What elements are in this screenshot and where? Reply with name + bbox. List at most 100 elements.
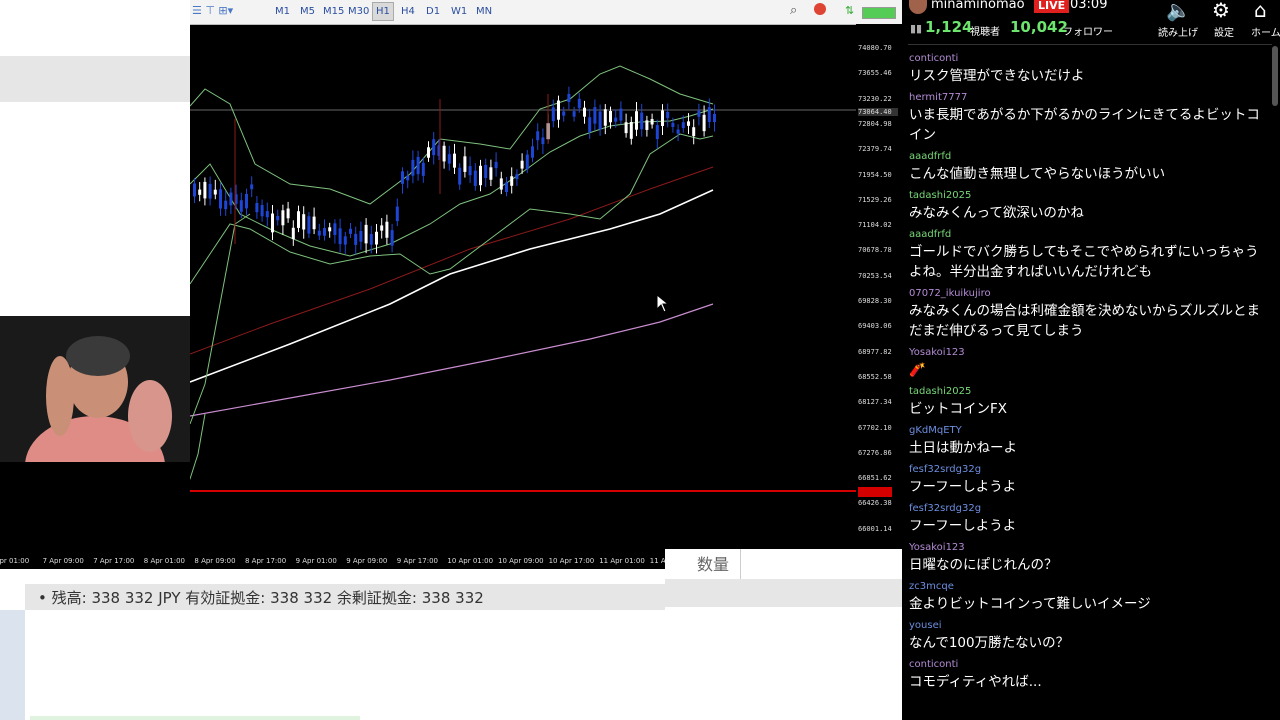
chat-scrollbar[interactable] [1272,46,1278,106]
home-icon[interactable]: ⌂ [1254,0,1267,22]
chat-username[interactable]: fesf32srdg32g [909,502,1272,516]
search-icon[interactable]: ⌕ [790,3,797,18]
chat-username[interactable]: fesf32srdg32g [909,463,1272,477]
ma-pink-line [189,303,714,417]
chat-username[interactable]: tadashi2025 [909,385,1272,399]
notification-icon[interactable] [814,3,826,15]
chat-username[interactable]: conticonti [909,52,1272,66]
candle [291,220,295,246]
chat-username[interactable]: hermit7777 [909,91,1272,105]
price-tick: 69828.30 [858,297,892,305]
timeframe-d1[interactable]: D1 [423,3,443,20]
chat-text: みなみくんの場合は利確金額を決めないからズルズルとまだまだ伸びるって見てしまう [909,303,1260,339]
gear-icon[interactable]: ⚙ [1212,0,1230,22]
chat-username[interactable]: gKdMqETY [909,424,1272,438]
grid-icon[interactable]: ☰ ⊤ ⊞▾ [192,4,233,17]
price-tick: 73655.46 [858,69,892,78]
candle [271,205,274,241]
candle [661,104,664,136]
chat-username[interactable]: aaadfrfd [909,228,1272,242]
band-lower [189,133,714,285]
chat-username[interactable]: conticonti [909,658,1272,672]
price-tick: 71529.26 [858,195,892,204]
candle [624,113,628,138]
candle [338,218,342,253]
candle [453,143,456,174]
chat-username[interactable]: zc3mcqe [909,580,1272,594]
candle [650,113,654,129]
time-axis: 8 Apr 01:00 7 Apr 09:00 7 Apr 17:00 8 Apr 0… [0,549,673,569]
candle [281,204,285,236]
speaker-icon[interactable]: 🔈 [1166,0,1191,22]
chat-message-list[interactable]: conticonti リスク管理ができないだけよ hermit7777 いま長期であが… [902,50,1272,720]
time-tick: 9 Apr 01:00 [295,557,337,565]
chat-text: 土日は動かねーよ [909,440,1017,456]
candle [619,101,623,125]
signal-icon: ⇅ [845,4,855,17]
candle [515,169,519,186]
chat-username[interactable]: 07072_ikuikujiro [909,287,1272,301]
chat-message: hermit7777 いま長期であがるか下がるかのラインにきてるよビットコイン [902,89,1272,148]
candle [229,187,233,214]
chat-text: フーフーしようよ [909,518,1017,534]
chat-username[interactable]: aaadfrfd [909,150,1272,164]
band-middle [189,108,714,257]
candle [421,157,425,183]
chat-message: Yosakoi123 日曜なのにぽじれんの？ [902,539,1272,578]
price-chart[interactable] [0,24,856,549]
streamer-name[interactable]: minaminomao [931,0,1025,12]
candle [302,206,306,239]
candle [473,163,477,191]
current-price-label: 73064.40 [858,108,898,116]
candle [343,231,347,254]
candle [510,167,514,194]
price-tick: 66001.14 [858,524,892,533]
chat-username[interactable]: Yosakoi123 [909,541,1272,555]
timeframe-w1[interactable]: W1 [448,3,470,20]
time-tick: 10 Apr 01:00 [447,557,494,565]
settings-button[interactable]: 設定 [1214,24,1234,39]
webcam-overlay [0,316,190,462]
timeframe-m15[interactable]: M15 [320,3,347,20]
candle [245,188,248,216]
chat-text: ビットコインFX [909,401,1008,417]
price-tick: 74080.70 [858,44,892,52]
candle [255,196,259,219]
candle [635,102,638,137]
timeframe-mn[interactable]: MN [473,3,495,20]
candle [713,104,716,132]
home-button[interactable]: ホーム [1251,24,1280,39]
candle [265,202,269,227]
timeframe-m1[interactable]: M1 [272,3,293,20]
time-tick: 7 Apr 17:00 [93,557,135,565]
candle [286,201,290,223]
time-tick: 9 Apr 17:00 [396,557,438,565]
price-tick: 73230.22 [858,94,892,103]
time-tick: 8 Apr 17:00 [245,557,287,565]
candle [442,141,446,169]
read-aloud-button[interactable]: 読み上げ [1158,24,1198,39]
candle [692,119,696,145]
chat-username[interactable]: Yosakoi123 [909,346,1272,360]
price-tick: 70253.54 [858,271,892,280]
candle [463,146,467,178]
candle [562,106,566,122]
timeframe-m5[interactable]: M5 [297,3,318,20]
chart-canvas[interactable] [0,24,856,549]
time-tick: 8 Apr 09:00 [194,557,236,565]
timeframe-m30[interactable]: M30 [345,3,372,20]
timeframe-h1[interactable]: H1 [372,2,394,21]
timeframe-h4[interactable]: H4 [398,3,418,20]
candle [499,171,503,195]
price-tick: 67276.86 [858,448,892,457]
chat-message: 07072_ikuikujiro みなみくんの場合は利確金額を決めないからズルズル… [902,285,1272,344]
chat-username[interactable]: tadashi2025 [909,189,1272,203]
candle [484,158,488,187]
chat-message: tadashi2025 ビットコインFX [902,383,1272,422]
candle [489,159,493,187]
chat-message: zc3mcqe 金よりビットコインって難しいイメージ [902,578,1272,617]
chat-username[interactable]: yousei [909,619,1272,633]
time-tick: 8 Apr 01:00 [143,557,185,565]
candle [567,86,571,110]
candle [572,106,576,122]
